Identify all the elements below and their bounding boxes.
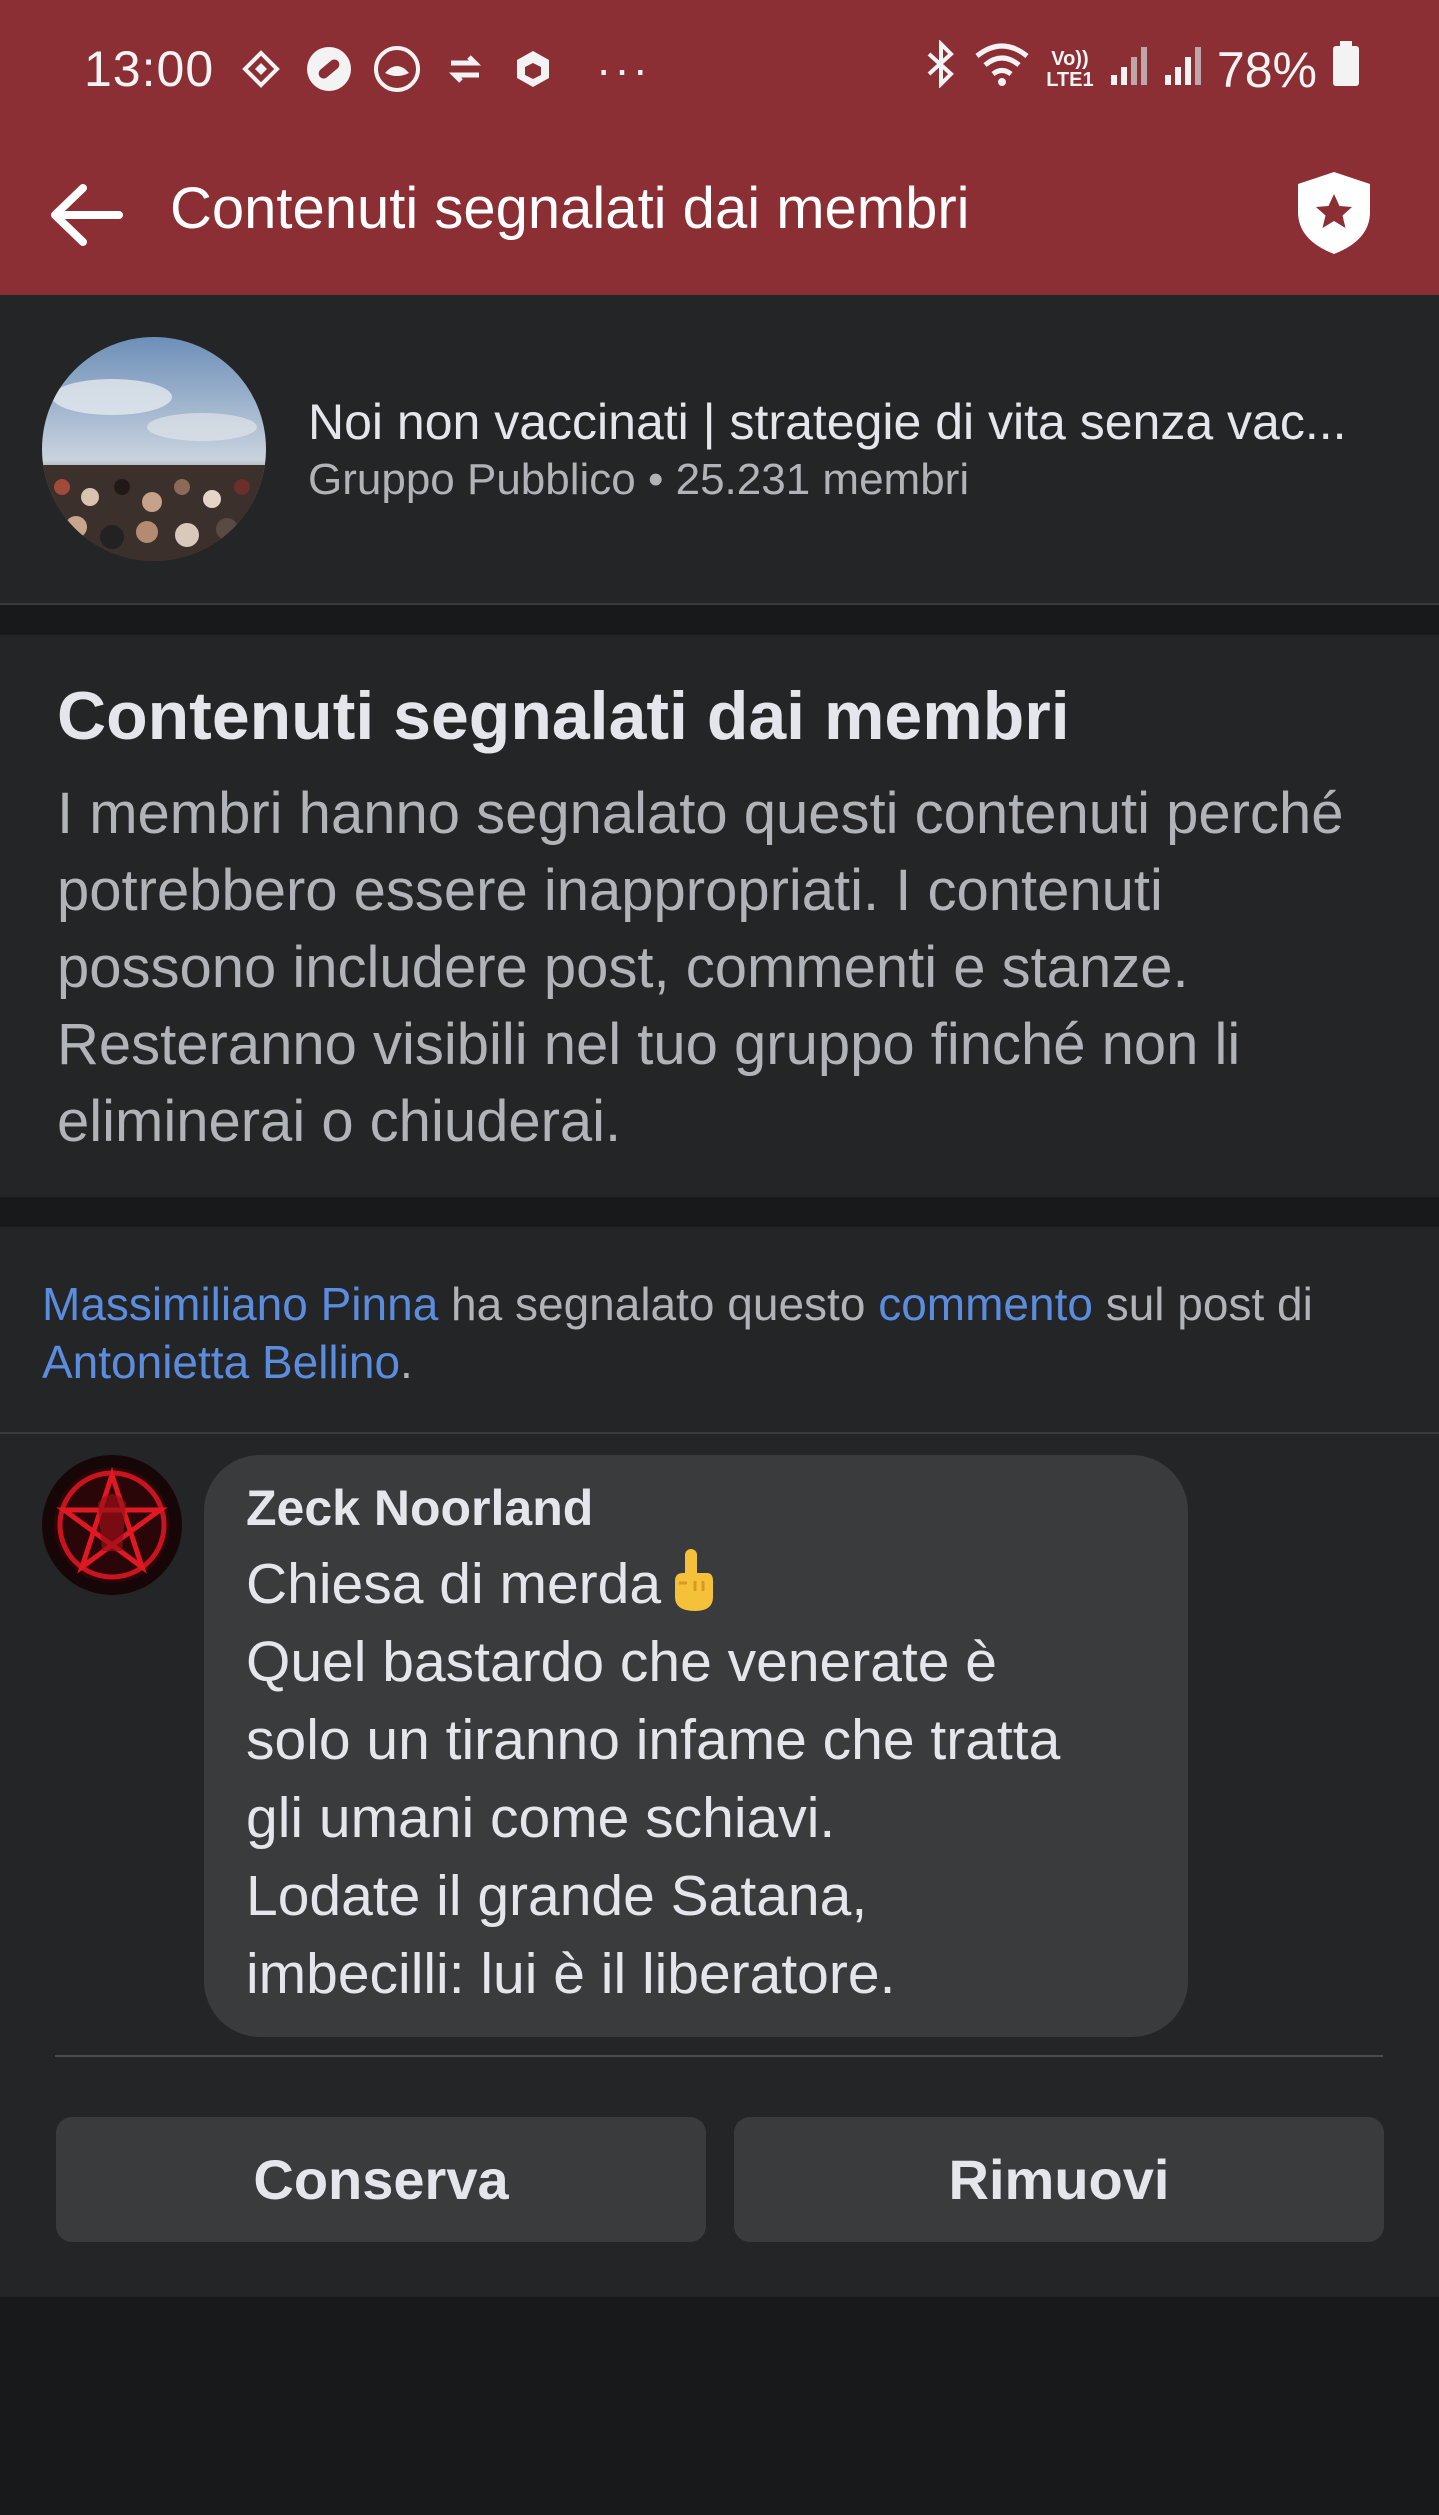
info-card: Contenuti segnalati dai membri I membri … xyxy=(0,635,1439,1197)
bluetooth-icon xyxy=(923,39,959,100)
comment-line: imbecilli: lui è il liberatore. xyxy=(246,1942,896,2006)
keep-button[interactable]: Conserva xyxy=(56,2117,706,2242)
back-button[interactable] xyxy=(42,170,132,260)
reporter-link[interactable]: Massimiliano Pinna xyxy=(42,1278,438,1330)
pill-icon xyxy=(304,44,354,94)
battery-percent: 78% xyxy=(1216,42,1317,98)
badge-icon xyxy=(236,44,286,94)
status-system-icons: Vo)) LTE1 78% xyxy=(923,39,1361,100)
info-description: I membri hanno segnalato questi contenut… xyxy=(57,781,1344,1154)
app-bar: Contenuti segnalati dai membri xyxy=(0,140,1439,295)
battery-icon xyxy=(1331,41,1361,99)
group-name[interactable]: Noi non vaccinati | strategie di vita se… xyxy=(308,393,1418,451)
status-more: ··· xyxy=(596,43,651,95)
group-meta: Gruppo Pubblico • 25.231 membri xyxy=(308,455,970,504)
comment-line: Lodate il grande Satana, xyxy=(246,1864,868,1928)
shield-star-icon xyxy=(1298,172,1370,254)
comment-bubble[interactable]: Zeck Noorland Chiesa di merda Quel basta… xyxy=(204,1455,1188,2037)
divider xyxy=(55,2055,1383,2057)
info-title: Contenuti segnalati dai membri xyxy=(57,678,1070,754)
status-time: 13:00 xyxy=(84,41,215,97)
volte-icon: Vo)) LTE1 xyxy=(1046,48,1094,91)
report-text: sul post di xyxy=(1092,1278,1313,1330)
signal-icon xyxy=(1163,41,1203,99)
comment-line: Chiesa di merda xyxy=(246,1552,662,1616)
report-text: ha segnalato questo xyxy=(438,1278,879,1330)
reported-item-card: Massimiliano Pinna ha segnalato questo c… xyxy=(0,1227,1439,2297)
wifi-icon xyxy=(973,40,1031,100)
status-bar: 13:00 ··· Vo)) LTE1 78% xyxy=(0,0,1439,140)
top-bar: 13:00 ··· Vo)) LTE1 78% Contenuti segnal… xyxy=(0,0,1439,295)
comment-line: gli umani come schiavi. xyxy=(246,1786,836,1850)
report-text: . xyxy=(400,1336,413,1388)
group-avatar[interactable] xyxy=(42,337,266,561)
box-icon xyxy=(508,44,558,94)
commenter-avatar[interactable] xyxy=(42,1455,182,1595)
comment-text: Chiesa di merda Quel bastardo che venera… xyxy=(246,1545,1166,2013)
lotus-icon xyxy=(372,44,422,94)
arrow-left-icon xyxy=(51,184,123,246)
remove-button[interactable]: Rimuovi xyxy=(734,2117,1384,2242)
comment-line: Quel bastardo che venerate è xyxy=(246,1630,997,1694)
post-author-link[interactable]: Antonietta Bellino xyxy=(42,1336,400,1388)
group-header[interactable]: Noi non vaccinati | strategie di vita se… xyxy=(0,295,1439,605)
divider xyxy=(0,1432,1439,1434)
signal-icon xyxy=(1109,41,1149,99)
middle-finger-emoji xyxy=(667,1547,717,1613)
comment-author[interactable]: Zeck Noorland xyxy=(246,1479,593,1537)
report-summary: Massimiliano Pinna ha segnalato questo c… xyxy=(42,1275,1402,1391)
page-title: Contenuti segnalati dai membri xyxy=(170,176,970,241)
sync-icon xyxy=(440,44,490,94)
status-notification-icons: ··· xyxy=(236,42,651,96)
comment-line: solo un tiranno infame che tratta xyxy=(246,1708,1061,1772)
admin-tools-button[interactable] xyxy=(1279,158,1389,268)
comment-link[interactable]: commento xyxy=(878,1278,1093,1330)
